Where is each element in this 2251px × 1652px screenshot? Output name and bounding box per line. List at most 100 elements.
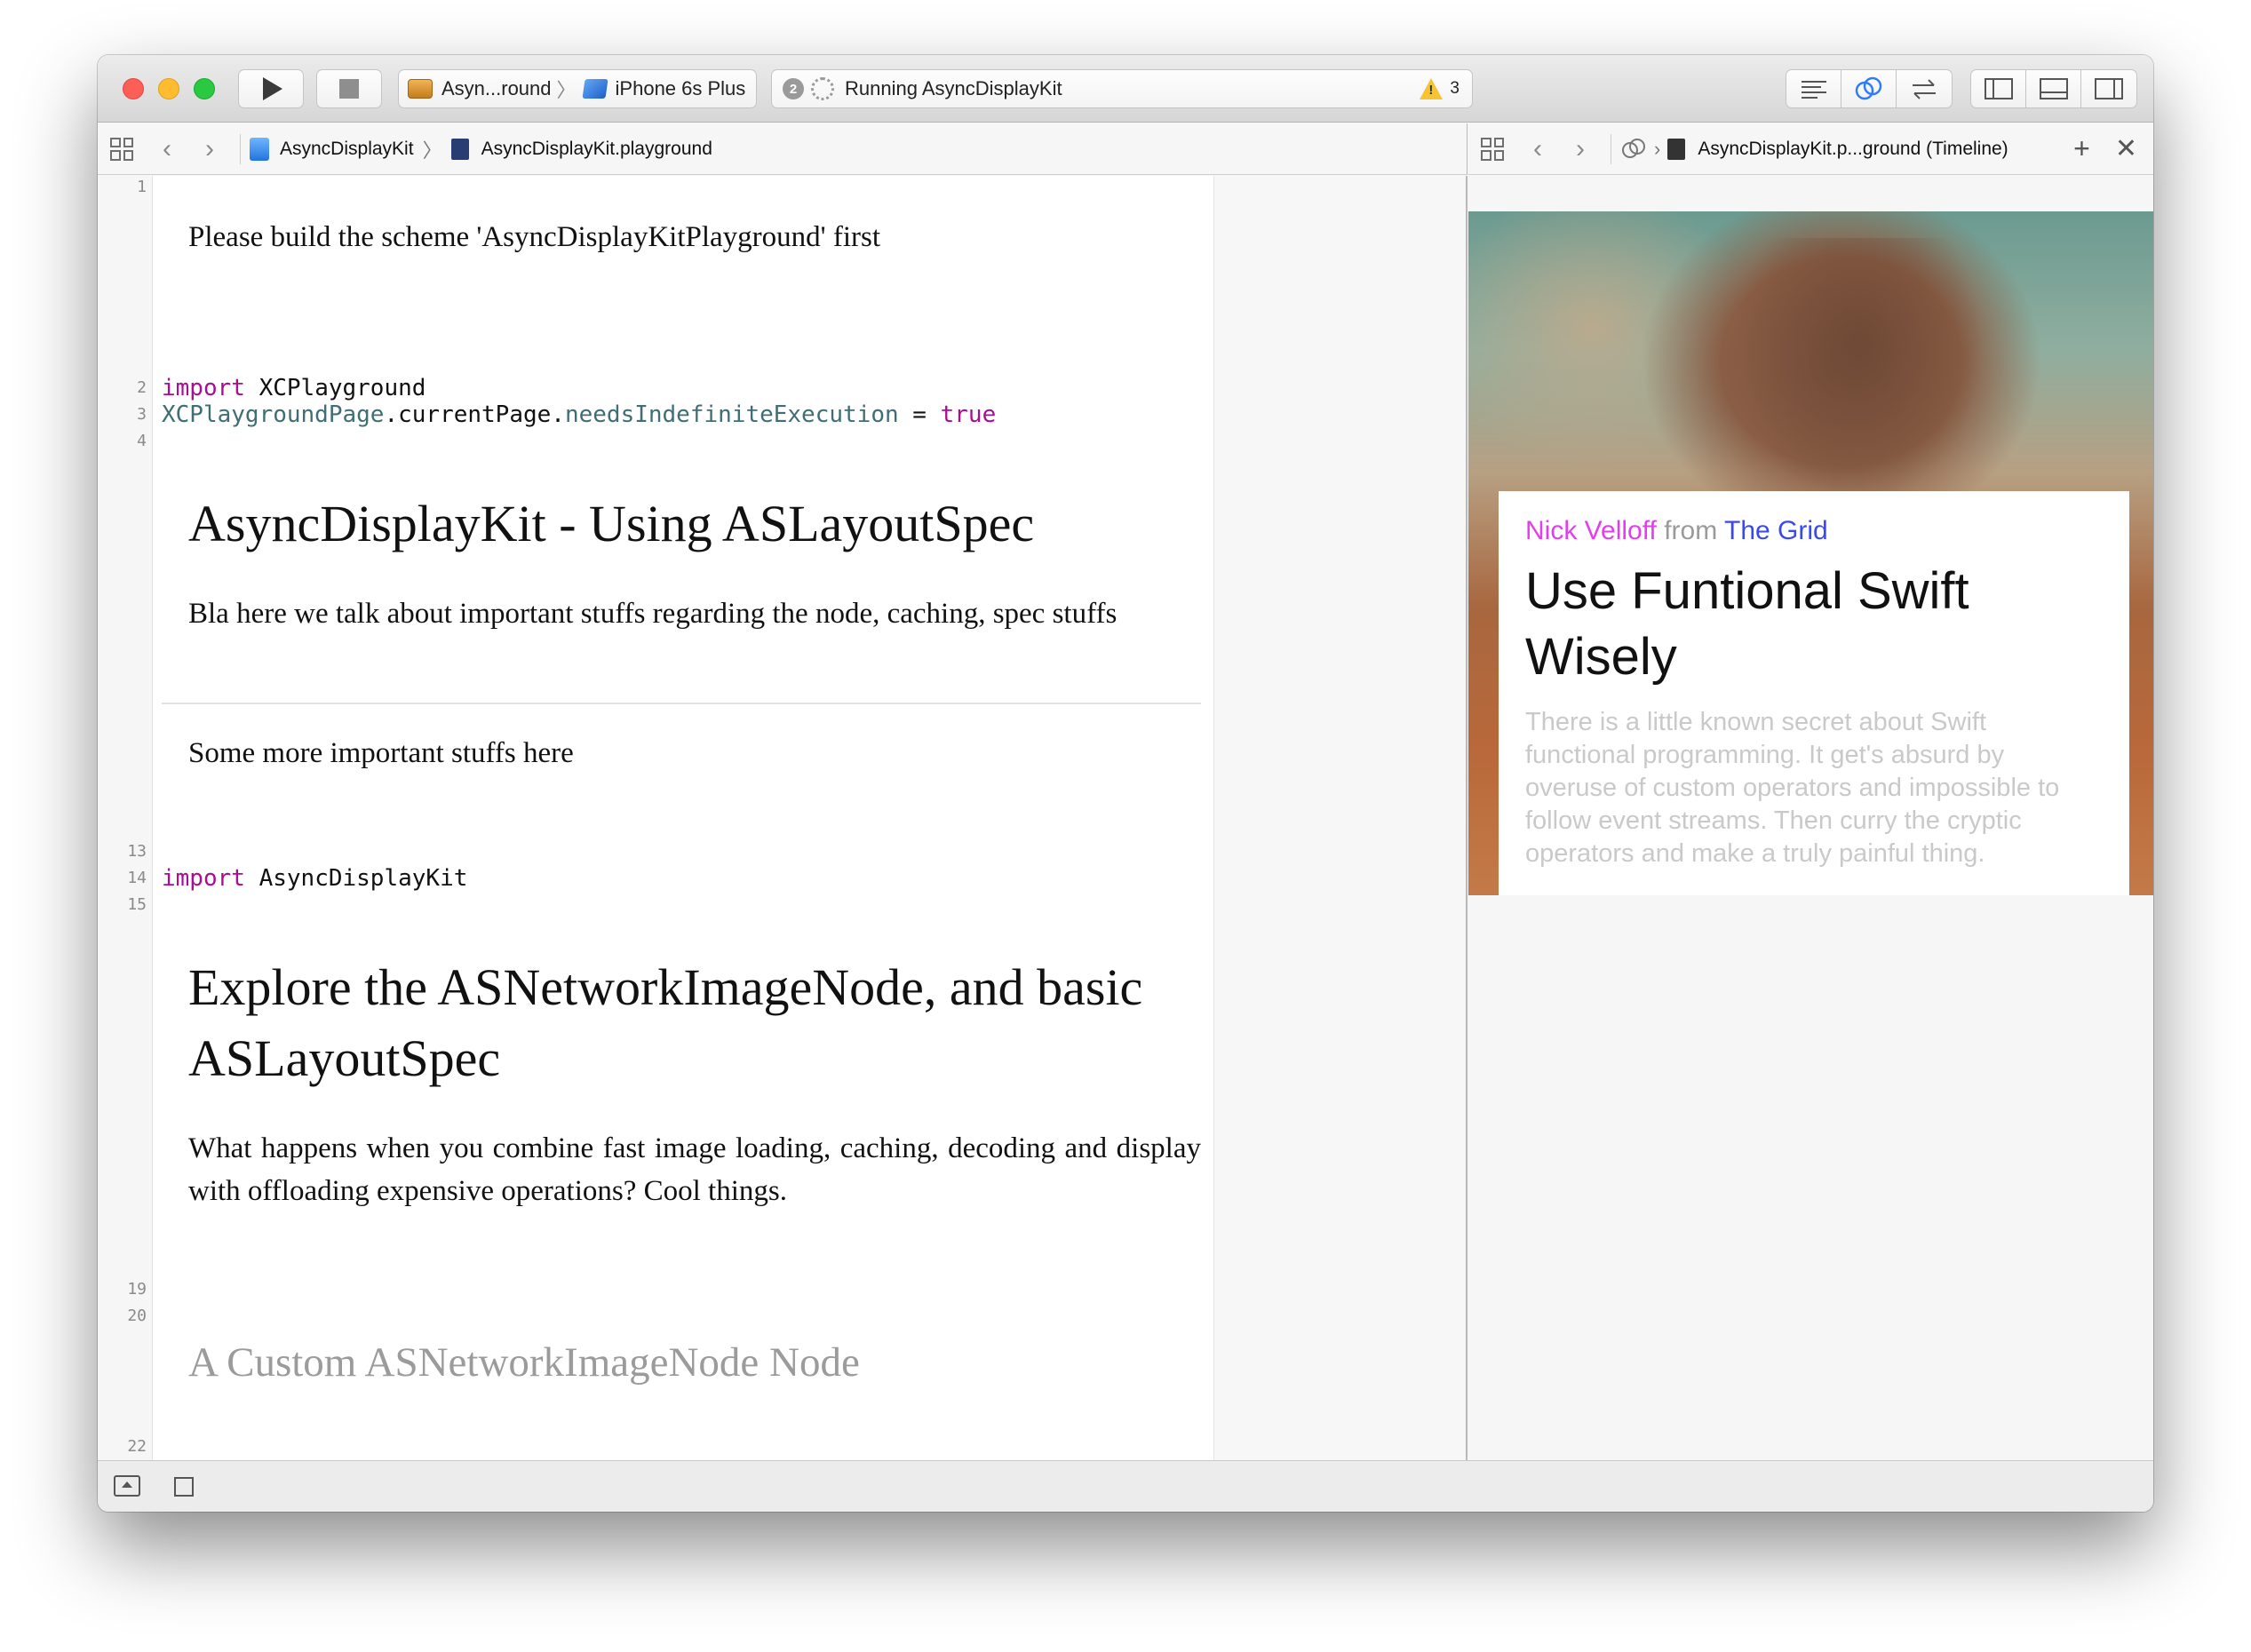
card-title: Use Funtional Swift Wisely — [1525, 562, 1969, 686]
xcode-window: Asyn...round 〉 iPhone 6s Plus 2 Running … — [98, 55, 2153, 1512]
forward-button[interactable]: › — [1559, 135, 1602, 163]
line-number: 22 — [127, 1437, 147, 1456]
markup-paragraph: Some more important stuffs here — [188, 737, 574, 769]
breadcrumb-project[interactable]: AsyncDisplayKit — [280, 139, 414, 160]
assistant-mode-icon[interactable] — [1620, 138, 1647, 160]
markup-paragraph: Bla here we talk about important stuffs … — [188, 598, 1118, 630]
chevron-right-icon: › — [1654, 137, 1661, 160]
related-items-icon[interactable] — [110, 137, 133, 161]
line-number: 19 — [127, 1280, 147, 1299]
play-icon — [263, 77, 282, 100]
keyword: import — [162, 375, 245, 401]
module-name: AsyncDisplayKit — [259, 865, 468, 892]
toggle-utilities-button[interactable] — [2081, 70, 2136, 107]
progress-spinner-icon — [811, 77, 834, 100]
simulator-icon — [581, 79, 608, 99]
editor-jump-bar: ‹ › AsyncDisplayKit 〉 AsyncDisplayKit.pl… — [98, 123, 1468, 175]
stop-square-icon[interactable] — [174, 1477, 194, 1497]
line-number: 15 — [127, 895, 147, 914]
card-byline: Nick Velloff from The Grid — [1525, 516, 2103, 546]
assistant-actions: + ✕ — [2073, 132, 2153, 165]
editor-mode-control — [1786, 69, 1953, 108]
assignment-operator: = — [898, 401, 941, 428]
arrows-swap-icon — [1913, 79, 1936, 99]
toggle-debug-area-button[interactable] — [2026, 70, 2081, 107]
type-name: XCPlaygroundPage — [162, 401, 385, 428]
module-name: XCPlayground — [259, 375, 426, 401]
code-line-import-asyncdisplaykit: import AsyncDisplayKit — [162, 865, 467, 892]
activity-viewer[interactable]: 2 Running AsyncDisplayKit 3 — [771, 69, 1473, 108]
markup-heading-network-image: Explore the ASNetworkImageNode, and basi… — [188, 958, 1143, 1087]
chevron-right-icon: 〉 — [422, 139, 442, 162]
results-sidebar — [1213, 176, 1466, 1460]
property-name: needsIndefiniteExecution — [564, 401, 899, 428]
debug-bar — [98, 1460, 2153, 1512]
left-panel-icon — [1984, 78, 2013, 99]
activity-count-badge: 2 — [783, 78, 804, 99]
standard-editor-button[interactable] — [1786, 70, 1841, 107]
breadcrumb-timeline[interactable]: AsyncDisplayKit.p...ground (Timeline) — [1698, 139, 2008, 160]
warning-count: 3 — [1450, 79, 1460, 98]
scheme-selector[interactable]: Asyn...round 〉 iPhone 6s Plus — [398, 69, 757, 108]
toolbox-icon — [408, 79, 433, 99]
markup-intro-text: Please build the scheme 'AsyncDisplayKit… — [188, 221, 881, 253]
minimize-window-button[interactable] — [158, 78, 179, 99]
markup-paragraph: What happens when you combine fast image… — [188, 1132, 1201, 1207]
line-number: 20 — [127, 1307, 147, 1325]
device-name: iPhone 6s Plus — [615, 77, 746, 99]
card-from: from — [1664, 516, 1718, 545]
keyword: import — [162, 865, 245, 892]
lines-icon — [1801, 81, 1826, 99]
assistant-jump-bar: ‹ › › AsyncDisplayKit.p...ground (Timeli… — [1468, 123, 2153, 175]
code-line-import-xcplayground: import XCPlayground — [162, 375, 426, 401]
scheme-name: Asyn...round — [441, 77, 552, 99]
line-number: 4 — [137, 432, 147, 450]
related-items-icon[interactable] — [1481, 137, 1504, 161]
breadcrumb-file[interactable]: AsyncDisplayKit.playground — [481, 139, 712, 160]
venn-icon — [1855, 76, 1881, 100]
bool-literal: true — [940, 401, 997, 428]
line-number: 1 — [137, 178, 147, 196]
add-assistant-button[interactable]: + — [2073, 132, 2090, 165]
line-number: 13 — [127, 842, 147, 861]
code-line-needs-indefinite-execution: XCPlaygroundPage.currentPage.needsIndefi… — [162, 401, 996, 428]
right-panel-icon — [2095, 78, 2123, 99]
warning-icon — [1420, 78, 1444, 99]
stop-button[interactable] — [316, 69, 382, 108]
activity-status: Running AsyncDisplayKit — [845, 77, 1062, 99]
run-button[interactable] — [238, 69, 304, 108]
line-number: 14 — [127, 869, 147, 887]
warning-indicator[interactable]: 3 — [1420, 78, 1460, 99]
toolbar: Asyn...round 〉 iPhone 6s Plus 2 Running … — [98, 55, 2153, 123]
live-view[interactable]: Nick Velloff from The Grid Use Funtional… — [1468, 211, 2153, 895]
article-card: Nick Velloff from The Grid Use Funtional… — [1499, 491, 2129, 895]
bottom-panel-icon — [2039, 78, 2068, 99]
project-icon — [250, 137, 269, 161]
assistant-editor-button[interactable] — [1841, 70, 1897, 107]
card-description: There is a little known secret about Swi… — [1525, 708, 2060, 868]
source-editor[interactable]: 1 2 3 4 13 14 15 19 20 22 Please build t… — [98, 176, 1468, 1460]
divider — [240, 133, 241, 164]
back-button[interactable]: ‹ — [146, 135, 188, 163]
back-button[interactable]: ‹ — [1516, 135, 1559, 163]
show-debug-area-icon[interactable] — [114, 1475, 140, 1497]
line-number-gutter: 1 2 3 4 13 14 15 19 20 22 — [98, 176, 153, 1460]
forward-button[interactable]: › — [188, 135, 231, 163]
timeline-file-icon — [1667, 138, 1686, 160]
toggle-navigator-button[interactable] — [1971, 70, 2026, 107]
panels-control — [1970, 69, 2137, 108]
close-window-button[interactable] — [123, 78, 144, 99]
chevron-right-icon: 〉 — [556, 79, 577, 101]
stop-icon — [339, 79, 359, 99]
playground-file-icon — [450, 138, 469, 160]
timeline-assistant: Nick Velloff from The Grid Use Funtional… — [1468, 176, 2153, 1460]
markup-heading-layout-spec: AsyncDisplayKit - Using ASLayoutSpec — [188, 495, 1035, 552]
card-author: Nick Velloff — [1525, 516, 1657, 545]
close-assistant-button[interactable]: ✕ — [2115, 133, 2137, 164]
markup-heading-custom-node: A Custom ASNetworkImageNode Node — [188, 1339, 860, 1386]
version-editor-button[interactable] — [1897, 70, 1952, 107]
card-source: The Grid — [1724, 516, 1828, 545]
zoom-window-button[interactable] — [194, 78, 215, 99]
line-number: 3 — [137, 405, 147, 424]
horizontal-rule — [162, 703, 1201, 704]
